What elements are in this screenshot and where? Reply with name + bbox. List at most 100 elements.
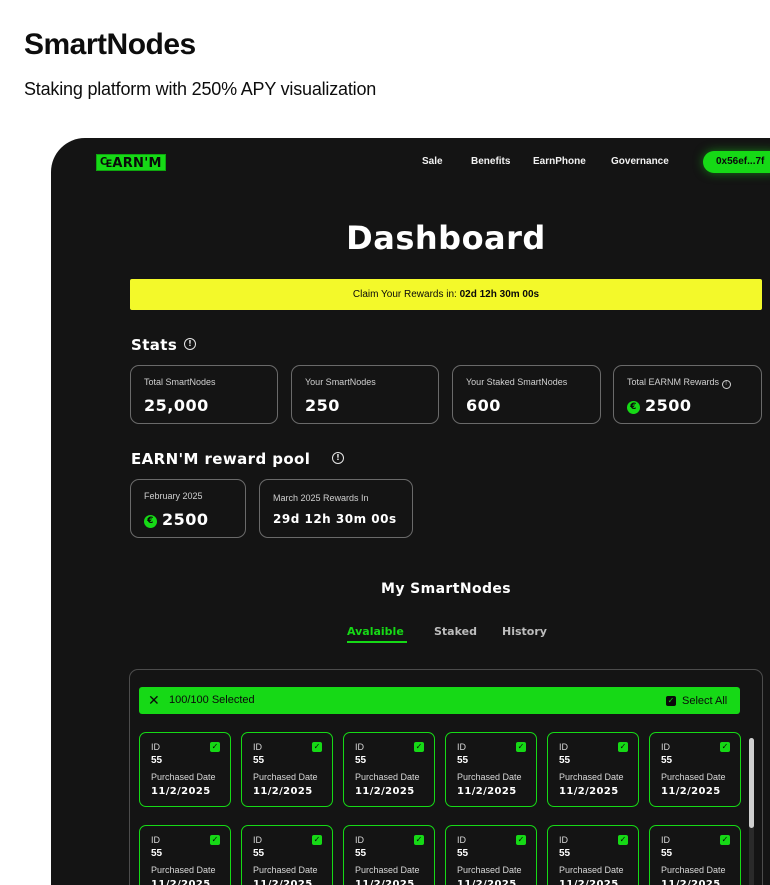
node-checkbox[interactable]: ✓	[720, 835, 730, 845]
select-all-label[interactable]: Select All	[682, 688, 727, 715]
node-card[interactable]: ID ✓ 55 Purchased Date 11/2/2025	[241, 825, 333, 885]
node-card[interactable]: ID ✓ 55 Purchased Date 11/2/2025	[649, 732, 741, 807]
scrollbar-thumb[interactable]	[749, 738, 754, 828]
stat-label: Total SmartNodes	[144, 377, 216, 387]
node-date-label: Purchased Date	[253, 772, 318, 782]
earnm-logo[interactable]: ₠ARN'M	[96, 154, 166, 171]
node-checkbox[interactable]: ✓	[618, 835, 628, 845]
nav-item-earnphone[interactable]: EarnPhone	[533, 156, 586, 167]
node-card[interactable]: ID ✓ 55 Purchased Date 11/2/2025	[139, 732, 231, 807]
node-date-label: Purchased Date	[151, 865, 216, 875]
nav-item-governance[interactable]: Governance	[611, 156, 669, 167]
node-card[interactable]: ID ✓ 55 Purchased Date 11/2/2025	[445, 732, 537, 807]
node-id-label: ID	[253, 835, 262, 845]
claim-banner: Claim Your Rewards in: 02d 12h 30m 00s	[130, 279, 762, 310]
info-icon[interactable]: !	[332, 452, 344, 464]
node-card[interactable]: ID ✓ 55 Purchased Date 11/2/2025	[241, 732, 333, 807]
node-date-label: Purchased Date	[559, 865, 624, 875]
node-id-value: 55	[559, 755, 571, 766]
node-date-value: 11/2/2025	[253, 786, 313, 797]
node-checkbox[interactable]: ✓	[516, 835, 526, 845]
node-date-label: Purchased Date	[457, 772, 522, 782]
my-smartnodes-title: My SmartNodes	[380, 581, 512, 597]
pool-card-month: February 2025 €2500	[130, 479, 246, 538]
stat-card-total-rewards: Total EARNM Rewards ! €2500	[613, 365, 762, 424]
node-date-value: 11/2/2025	[355, 879, 415, 885]
info-icon[interactable]: !	[184, 338, 196, 350]
node-card[interactable]: ID ✓ 55 Purchased Date 11/2/2025	[547, 825, 639, 885]
info-icon[interactable]: !	[721, 380, 731, 389]
node-checkbox[interactable]: ✓	[414, 835, 424, 845]
node-date-value: 11/2/2025	[355, 786, 415, 797]
nav-item-sale[interactable]: Sale	[422, 156, 443, 167]
pool-next-label: March 2025 Rewards In	[273, 493, 369, 503]
tab-available[interactable]: Avalaible	[347, 625, 404, 638]
node-id-value: 55	[457, 755, 469, 766]
node-checkbox[interactable]: ✓	[618, 742, 628, 752]
node-id-label: ID	[559, 835, 568, 845]
node-id-value: 55	[661, 848, 673, 859]
claim-label: Claim Your Rewards in:	[352, 289, 457, 300]
tab-history[interactable]: History	[502, 625, 547, 638]
wallet-button[interactable]: 0x56ef...7f	[703, 151, 770, 173]
node-date-value: 11/2/2025	[559, 786, 619, 797]
dashboard-title: Dashboard	[346, 219, 546, 257]
node-checkbox[interactable]: ✓	[414, 742, 424, 752]
node-id-label: ID	[559, 742, 568, 752]
stat-value: €2500	[627, 396, 692, 415]
node-checkbox[interactable]: ✓	[210, 742, 220, 752]
node-checkbox[interactable]: ✓	[516, 742, 526, 752]
node-date-label: Purchased Date	[559, 772, 624, 782]
nav-item-benefits[interactable]: Benefits	[471, 156, 510, 167]
node-date-label: Purchased Date	[253, 865, 318, 875]
node-date-label: Purchased Date	[661, 772, 726, 782]
node-date-label: Purchased Date	[457, 865, 522, 875]
selection-bar: ✕ 100/100 Selected ✓ Select All	[139, 687, 740, 714]
tab-staked[interactable]: Staked	[434, 625, 477, 638]
node-id-value: 55	[457, 848, 469, 859]
node-card[interactable]: ID ✓ 55 Purchased Date 11/2/2025	[649, 825, 741, 885]
stat-card-your-smartnodes: Your SmartNodes 250	[291, 365, 439, 424]
node-date-value: 11/2/2025	[151, 879, 211, 885]
node-id-value: 55	[253, 848, 265, 859]
node-card[interactable]: ID ✓ 55 Purchased Date 11/2/2025	[445, 825, 537, 885]
node-id-label: ID	[355, 835, 364, 845]
active-tab-indicator	[347, 641, 407, 643]
smartnodes-panel: ✕ 100/100 Selected ✓ Select All ID ✓ 55 Pur…	[129, 669, 763, 885]
node-id-value: 55	[151, 848, 163, 859]
node-card[interactable]: ID ✓ 55 Purchased Date 11/2/2025	[139, 825, 231, 885]
node-date-value: 11/2/2025	[661, 879, 721, 885]
node-checkbox[interactable]: ✓	[312, 742, 322, 752]
select-all-checkbox[interactable]: ✓	[666, 696, 676, 706]
pool-month-label: February 2025	[144, 491, 203, 501]
node-id-label: ID	[661, 742, 670, 752]
node-date-value: 11/2/2025	[457, 786, 517, 797]
node-card[interactable]: ID ✓ 55 Purchased Date 11/2/2025	[343, 732, 435, 807]
node-id-value: 55	[151, 755, 163, 766]
stat-label: Your SmartNodes	[305, 377, 376, 387]
node-id-value: 55	[253, 755, 265, 766]
reward-pool-title: EARN'M reward pool	[131, 450, 311, 468]
node-date-value: 11/2/2025	[559, 879, 619, 885]
node-id-value: 55	[355, 755, 367, 766]
stat-card-total-smartnodes: Total SmartNodes 25,000	[130, 365, 278, 424]
node-id-label: ID	[457, 742, 466, 752]
scrollbar[interactable]	[749, 738, 754, 885]
pool-card-next: March 2025 Rewards In 29d 12h 30m 00s	[259, 479, 413, 538]
node-date-label: Purchased Date	[661, 865, 726, 875]
node-date-value: 11/2/2025	[457, 879, 517, 885]
page-title: SmartNodes	[24, 28, 196, 61]
node-card[interactable]: ID ✓ 55 Purchased Date 11/2/2025	[343, 825, 435, 885]
stat-card-staked-smartnodes: Your Staked SmartNodes 600	[452, 365, 601, 424]
node-id-label: ID	[151, 742, 160, 752]
node-checkbox[interactable]: ✓	[312, 835, 322, 845]
node-checkbox[interactable]: ✓	[210, 835, 220, 845]
node-date-label: Purchased Date	[355, 865, 420, 875]
claim-countdown: 02d 12h 30m 00s	[459, 289, 540, 300]
stat-label: Total EARNM Rewards !	[627, 377, 731, 389]
earnm-coin-icon: €	[627, 401, 640, 414]
node-card[interactable]: ID ✓ 55 Purchased Date 11/2/2025	[547, 732, 639, 807]
node-checkbox[interactable]: ✓	[720, 742, 730, 752]
clear-selection-icon[interactable]: ✕	[148, 687, 160, 714]
pool-month-value: €2500	[144, 510, 209, 529]
